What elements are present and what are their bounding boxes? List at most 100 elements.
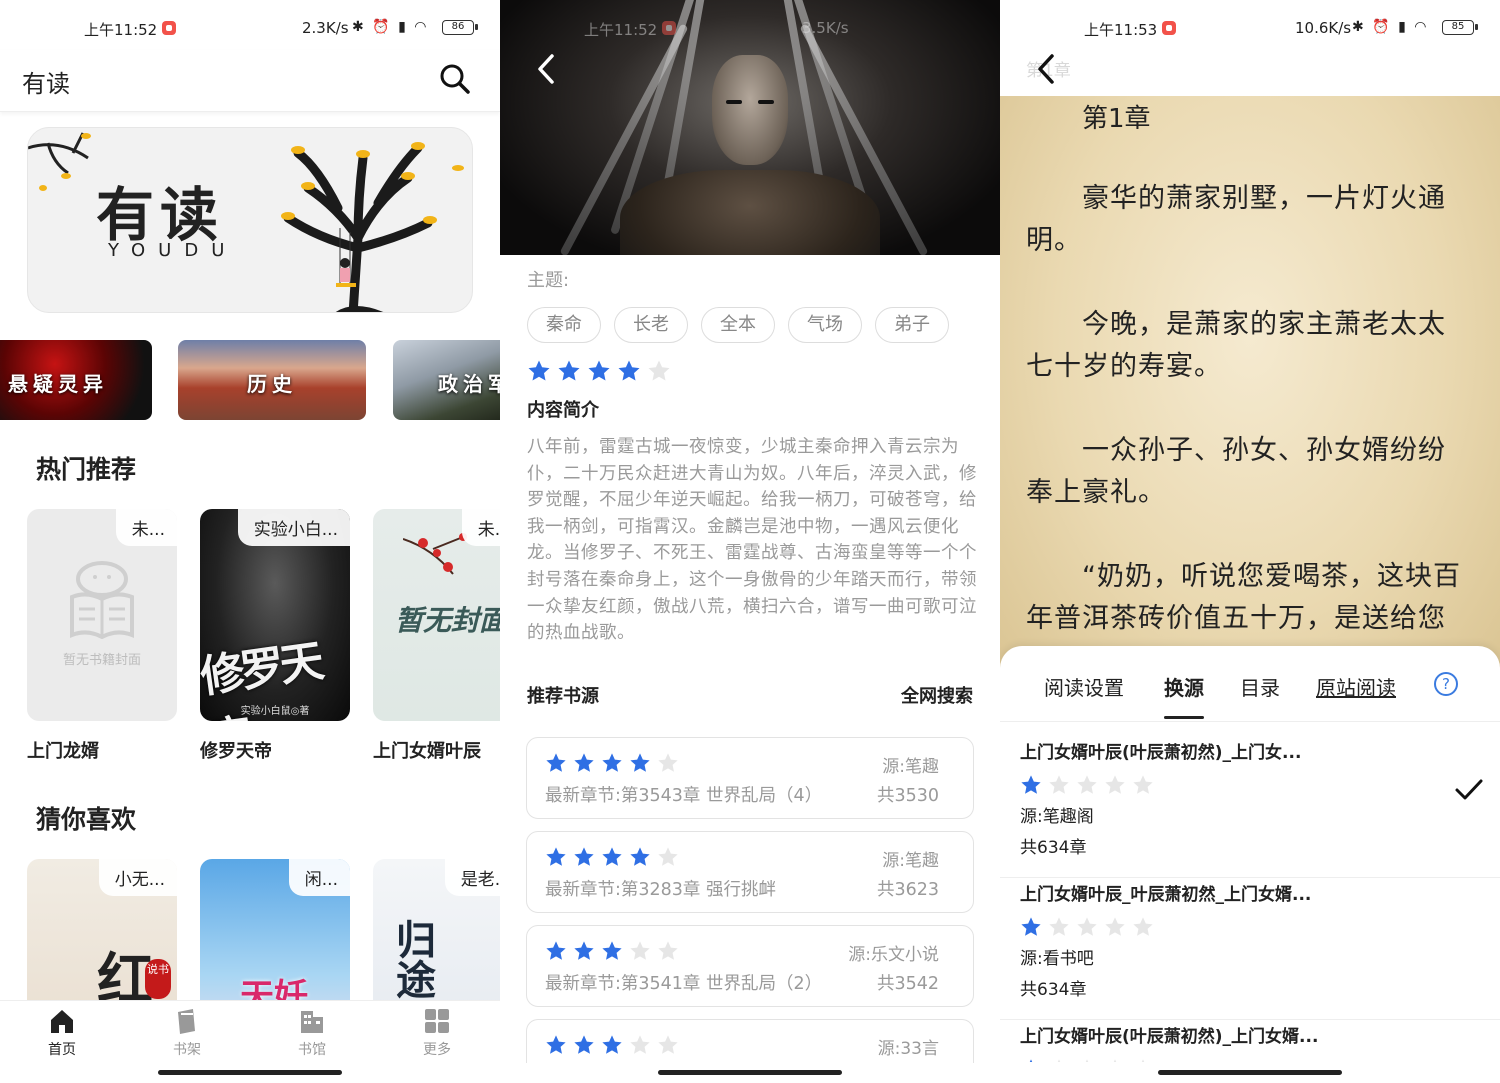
category-label: 悬疑灵异 — [8, 372, 108, 396]
guess-section-title: 猜你喜欢 — [36, 805, 137, 834]
star-icon — [648, 360, 670, 381]
source-card[interactable]: 源:笔趣 最新章节:第3283章 强行挑衅 共3623 — [526, 831, 974, 913]
latest-chapter: 最新章节:第3541章 世界乱局（2） — [545, 974, 823, 994]
book-author-tag: 实验小白... — [237, 509, 350, 546]
book-card[interactable]: 暂无封面 未... 上门女婿叶辰 — [373, 509, 500, 762]
book-detail-screen: 上午11:52 3.5K/s 主题: 秦命 长老 全本 气场 弟子 内容简介 八… — [500, 0, 1000, 1083]
cover-badge: 说书 — [145, 959, 171, 999]
book-title: 修罗天帝 — [200, 741, 272, 762]
home-icon — [51, 1010, 73, 1033]
battery-icon: 85 — [1442, 20, 1478, 35]
tab-reading-settings[interactable]: 阅读设置 — [1044, 672, 1124, 701]
status-bar: 上午11:52 2.3K/s ✱ ⏰ ▮ ◠ 86 — [0, 16, 500, 42]
help-icon[interactable]: ? — [1434, 672, 1458, 696]
status-bar: 上午11:52 3.5K/s — [500, 16, 1000, 42]
star-icon — [602, 847, 622, 866]
book-author-tag: 是老... — [444, 859, 500, 896]
tab-change-source[interactable]: 换源 — [1164, 672, 1204, 719]
source-title: 上门女婿叶辰(叶辰萧初然)_上门女... — [1020, 743, 1302, 763]
home-indicator[interactable] — [658, 1070, 842, 1075]
star-icon — [630, 753, 650, 772]
source-title: 上门女婿叶辰(叶辰萧初然)_上门女婿... — [1020, 1027, 1319, 1047]
chapter-total: 共3530 — [876, 786, 939, 806]
theme-tag[interactable]: 全本 — [701, 307, 775, 343]
star-icon — [658, 847, 678, 866]
tab-label: 更多 — [423, 1042, 451, 1058]
theme-tag[interactable]: 气场 — [788, 307, 862, 343]
reader-screen: 上午11:53 10.6K/s ✱ ⏰ ▮ ◠ 85 第1章 第1章 豪华的萧家… — [1000, 0, 1500, 1083]
book-cover: 修罗天帝 实验小白鼠◎著 实验小白... — [200, 509, 350, 721]
category-carousel: 悬疑灵异 历史 政治军 — [0, 340, 500, 420]
search-icon[interactable] — [438, 62, 472, 96]
book-author-tag: 小无... — [98, 859, 177, 896]
book-rating — [527, 359, 677, 383]
source-name: 源:笔趣 — [882, 851, 939, 871]
category-card-history[interactable]: 历史 — [178, 340, 366, 420]
search-all-link[interactable]: 全网搜索 — [901, 682, 973, 708]
network-speed: 2.3K/s — [302, 19, 349, 37]
star-icon — [1113, 1059, 1117, 1062]
cover-author: 实验小白鼠◎著 — [240, 706, 310, 717]
star-icon — [1133, 775, 1153, 794]
star-icon — [1133, 917, 1153, 936]
star-icon — [574, 1035, 594, 1054]
reader-top-bar — [1000, 0, 1500, 96]
book-card[interactable]: 暂无书籍封面 未... 上门龙婿 — [27, 509, 177, 762]
tab-original-site[interactable]: 原站阅读 — [1316, 672, 1396, 701]
home-indicator[interactable] — [1158, 1070, 1342, 1075]
battery-icon: 86 — [442, 20, 478, 35]
chapter-paragraph: “奶奶，听说您爱喝茶，这块百年普洱茶砖价值五十万，是送给您 — [1026, 561, 1461, 634]
source-card[interactable]: 源:笔趣 最新章节:第3543章 世界乱局（4） 共3530 — [526, 737, 974, 819]
star-icon — [602, 941, 622, 960]
source-card[interactable]: 源:乐文小说 最新章节:第3541章 世界乱局（2） 共3542 — [526, 925, 974, 1007]
network-speed: 3.5K/s — [802, 19, 849, 37]
record-icon — [662, 21, 676, 35]
star-icon — [1029, 1059, 1033, 1062]
promo-banner[interactable]: 有读 YOUDU — [27, 127, 473, 313]
source-row[interactable]: 上门女婿叶辰(叶辰萧初然)_上门女... 源:笔趣阁 共634章 — [1000, 738, 1500, 878]
source-rating — [545, 940, 685, 962]
category-card-suspense[interactable]: 悬疑灵异 — [0, 340, 152, 420]
sheet-tabs: 阅读设置 换源 目录 原站阅读 ? — [1000, 646, 1500, 722]
cover-placeholder-text: 暂无书籍封面 — [62, 653, 141, 668]
source-title: 上门女婿叶辰_叶辰萧初然_上门女婿... — [1020, 885, 1312, 905]
book-card[interactable]: 修罗天帝 实验小白鼠◎著 实验小白... 修罗天帝 — [200, 509, 350, 762]
app-title: 有读 — [22, 70, 70, 98]
tab-home[interactable]: 首页 — [32, 1007, 92, 1059]
back-arrow-icon[interactable] — [532, 52, 562, 86]
book-author-tag: 闲... — [288, 859, 350, 896]
status-time: 上午11:53 — [1084, 21, 1158, 39]
star-icon — [1105, 917, 1125, 936]
theme-tag[interactable]: 弟子 — [875, 307, 949, 343]
chapter-title: 第1章 — [1082, 104, 1151, 134]
star-icon — [1057, 1059, 1061, 1062]
source-rating — [545, 752, 685, 774]
tab-more[interactable]: 更多 — [407, 1007, 467, 1059]
chapter-paragraph: 豪华的萧家别墅，一片灯火通明。 — [1026, 183, 1446, 256]
chapter-count: 共634章 — [1020, 838, 1087, 858]
star-icon — [1049, 775, 1069, 794]
source-rating — [545, 1034, 685, 1056]
recommended-sources-title: 推荐书源 — [527, 686, 599, 707]
star-icon — [630, 941, 650, 960]
latest-chapter: 最新章节:第3543章 世界乱局（4） — [545, 786, 823, 806]
back-arrow-icon[interactable] — [1032, 52, 1062, 86]
source-row[interactable]: 上门女婿叶辰(叶辰萧初然)_上门女婿... — [1000, 1022, 1500, 1062]
tab-library[interactable]: 书馆 — [282, 1007, 342, 1059]
tab-bookshelf[interactable]: 书架 — [157, 1007, 217, 1059]
category-label: 历史 — [247, 372, 297, 396]
home-indicator[interactable] — [158, 1070, 342, 1075]
source-row[interactable]: 上门女婿叶辰_叶辰萧初然_上门女婿... 源:看书吧 共634章 — [1000, 880, 1500, 1020]
tab-table-of-contents[interactable]: 目录 — [1240, 672, 1280, 701]
theme-tag[interactable]: 长老 — [614, 307, 688, 343]
star-icon — [658, 941, 678, 960]
change-source-sheet: 阅读设置 换源 目录 原站阅读 ? 上门女婿叶辰(叶辰萧初然)_上门女... 源… — [1000, 646, 1500, 1083]
source-name: 源:笔趣 — [882, 757, 939, 777]
source-rating — [545, 846, 685, 868]
chapter-total: 共3542 — [876, 974, 939, 994]
star-icon — [1077, 917, 1097, 936]
recommended-sources-header: 推荐书源 全网搜索 — [527, 682, 973, 708]
category-label: 政治军 — [438, 372, 500, 396]
category-card-politics[interactable]: 政治军 — [393, 340, 500, 420]
theme-tag[interactable]: 秦命 — [527, 307, 601, 343]
